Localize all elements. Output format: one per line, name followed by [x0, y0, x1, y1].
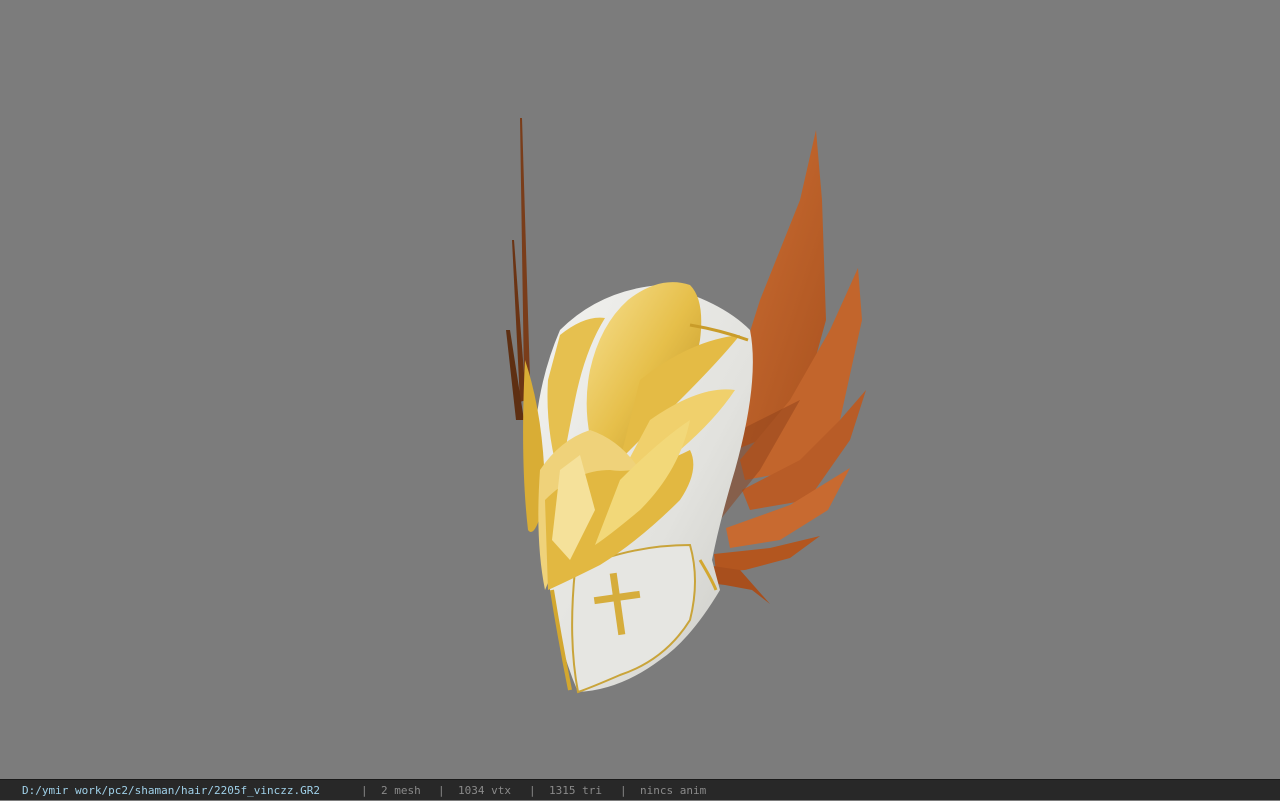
vertex-count: 1034 vtx [458, 784, 511, 797]
status-separator: | [438, 784, 445, 797]
triangle-count: 1315 tri [549, 784, 602, 797]
status-separator: | [620, 784, 627, 797]
winged-helmet-3d-model[interactable] [0, 0, 1280, 779]
3d-viewport[interactable] [0, 0, 1280, 779]
status-separator: | [361, 784, 368, 797]
mesh-count: 2 mesh [381, 784, 421, 797]
status-separator: | [529, 784, 536, 797]
animation-status: nincs anim [640, 784, 707, 797]
file-path: D:/ymir work/pc2/shaman/hair/2205f_vincz… [22, 784, 321, 797]
status-bar: D:/ymir work/pc2/shaman/hair/2205f_vincz… [0, 779, 1280, 800]
